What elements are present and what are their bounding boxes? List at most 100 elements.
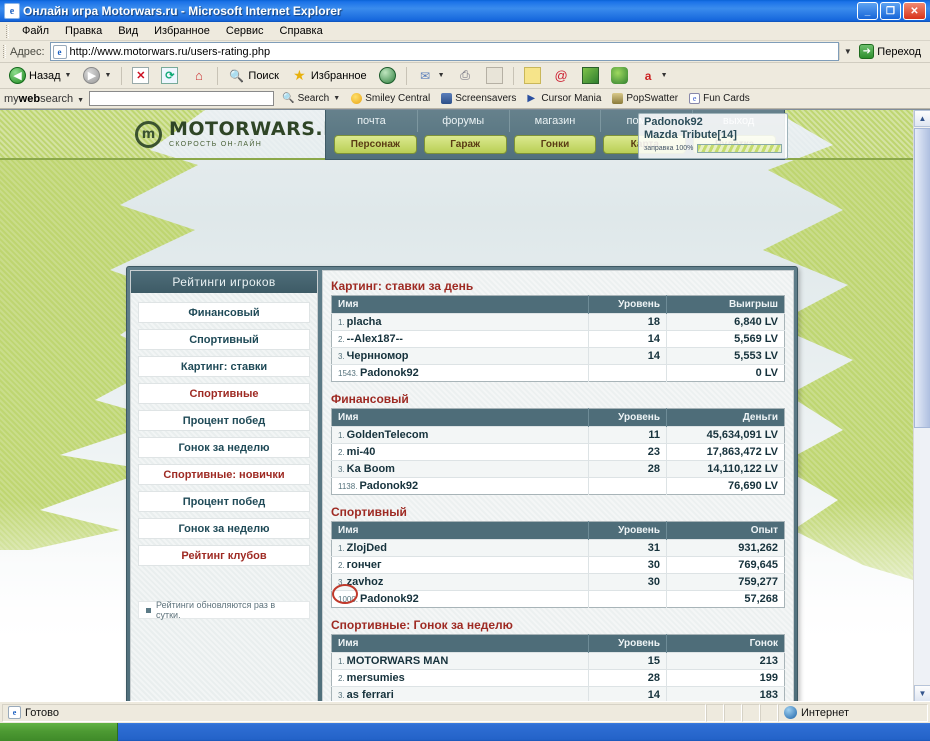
- cell-player[interactable]: гончег: [347, 559, 382, 571]
- cell-rank: 3.: [338, 352, 345, 361]
- nav-forums[interactable]: форумы: [418, 110, 510, 132]
- toolbar-separator-4: [512, 66, 514, 85]
- menu-favorites[interactable]: Избранное: [146, 23, 218, 39]
- cell-player[interactable]: mersumies: [347, 672, 405, 684]
- forward-button[interactable]: ▶ ▼: [78, 65, 116, 87]
- cell-player[interactable]: placha: [347, 316, 382, 328]
- translate-dropdown-icon[interactable]: ▼: [661, 72, 668, 79]
- sidebar-item-financial[interactable]: Финансовый: [138, 302, 310, 323]
- mws-search-dropdown-icon[interactable]: ▼: [333, 95, 340, 102]
- cell-player[interactable]: Padonok92: [360, 367, 419, 379]
- mws-item-smiley-central[interactable]: Smiley Central: [348, 93, 433, 104]
- note-button[interactable]: [519, 65, 546, 87]
- mail-button[interactable]: ✉ ▼: [412, 65, 450, 87]
- cell-level: 14: [588, 347, 667, 365]
- scroll-down-button[interactable]: ▼: [914, 685, 930, 701]
- menu-help[interactable]: Справка: [272, 23, 331, 39]
- nav-button-races[interactable]: Гонки: [513, 135, 597, 154]
- mws-item-cursor-mania[interactable]: ▶ Cursor Mania: [524, 93, 604, 104]
- smiley-icon: [351, 93, 363, 104]
- back-dropdown-icon[interactable]: ▼: [65, 72, 72, 79]
- nav-shop[interactable]: магазин: [510, 110, 602, 132]
- mws-item-popswatter[interactable]: PopSwatter: [609, 93, 681, 104]
- forward-dropdown-icon[interactable]: ▼: [104, 72, 111, 79]
- at-button[interactable]: @: [548, 65, 575, 87]
- site-header: m MOTORWARS.RU СКОРОСТЬ ОН-ЛАЙН почта фо…: [0, 110, 913, 160]
- table-row: 2. --Alex187-- 14 5,569 LV: [331, 330, 785, 348]
- nav-pochta[interactable]: почта: [326, 110, 418, 132]
- scroll-up-button[interactable]: ▲: [914, 110, 930, 127]
- address-dropdown-icon[interactable]: ▼: [839, 43, 856, 60]
- menu-file[interactable]: Файл: [14, 23, 57, 39]
- sidebar-item-karting-bets[interactable]: Картинг: ставки: [138, 356, 310, 377]
- cell-player[interactable]: GoldenTelecom: [347, 429, 429, 441]
- menu-grip[interactable]: [6, 24, 9, 38]
- sidebar-item-races-per-week-newbies[interactable]: Гонок за неделю: [138, 518, 310, 539]
- back-button[interactable]: ◀ Назад ▼: [4, 65, 76, 87]
- cell-player[interactable]: --Alex187--: [347, 333, 403, 345]
- search-button[interactable]: 🔍 Поиск: [223, 65, 283, 87]
- status-zone-text: Интернет: [801, 706, 849, 719]
- table-row: 1. ZlojDed 31 931,262: [331, 539, 785, 557]
- menu-tools[interactable]: Сервис: [218, 23, 272, 39]
- go-label: Переход: [877, 45, 921, 58]
- mywebsearch-search-button[interactable]: 🔍 Search ▼: [279, 93, 343, 104]
- refresh-button[interactable]: ⟳: [156, 65, 183, 87]
- header-level: Уровень: [588, 521, 667, 540]
- cell-player[interactable]: Чернномор: [347, 350, 409, 362]
- messenger-alt-button[interactable]: [606, 65, 633, 87]
- stop-button[interactable]: ✕: [127, 65, 154, 87]
- cell-player[interactable]: as ferrari: [347, 689, 394, 701]
- mws-item-screensavers[interactable]: Screensavers: [438, 93, 519, 104]
- cell-player[interactable]: mi-40: [347, 446, 376, 458]
- sidebar-item-races-per-week[interactable]: Гонок за неделю: [138, 437, 310, 458]
- menu-view[interactable]: Вид: [110, 23, 146, 39]
- address-input[interactable]: e http://www.motorwars.ru/users-rating.p…: [49, 42, 840, 61]
- translate-icon: a: [644, 68, 652, 83]
- cell-level: 14: [588, 686, 667, 701]
- toolbar-separator-2: [217, 66, 219, 85]
- header-level: Уровень: [588, 408, 667, 427]
- scroll-track[interactable]: [914, 428, 930, 684]
- vertical-scrollbar[interactable]: ▲ ▼: [913, 110, 930, 701]
- favorites-button[interactable]: ★ Избранное: [286, 65, 372, 87]
- taskbar-tasks[interactable]: [118, 723, 930, 741]
- table-header-row: Имя Уровень Деньги: [331, 408, 785, 427]
- sidebar-item-sport[interactable]: Спортивный: [138, 329, 310, 350]
- cell-level: 30: [588, 556, 667, 574]
- messenger-button[interactable]: [577, 65, 604, 87]
- search-label: Поиск: [248, 69, 279, 82]
- nav-button-garage[interactable]: Гараж: [423, 135, 507, 154]
- print-icon: ⎙: [460, 68, 470, 82]
- cell-player[interactable]: zavhoz: [347, 576, 384, 588]
- print-button[interactable]: ⎙: [452, 65, 479, 87]
- media-button[interactable]: [374, 65, 401, 87]
- cell-player[interactable]: ZlojDed: [347, 542, 387, 554]
- site-logo[interactable]: m MOTORWARS.RU СКОРОСТЬ ОН-ЛАЙН: [135, 120, 354, 148]
- mws-item-fun-cards[interactable]: e Fun Cards: [686, 93, 753, 104]
- go-button[interactable]: ➜ Переход: [855, 44, 927, 59]
- maximize-button[interactable]: ❐: [880, 2, 901, 20]
- edit-button[interactable]: [481, 65, 508, 87]
- cell-player[interactable]: Padonok92: [360, 593, 419, 605]
- logo-mark-icon: m: [135, 120, 162, 148]
- minimize-button[interactable]: _: [857, 2, 878, 20]
- menu-edit[interactable]: Правка: [57, 23, 110, 39]
- start-button[interactable]: [0, 723, 118, 741]
- cell-player[interactable]: Ka Boom: [347, 463, 395, 475]
- sidebar-item-win-percent-newbies[interactable]: Процент побед: [138, 491, 310, 512]
- status-bar: e Готово Интернет: [0, 701, 930, 723]
- translate-button[interactable]: a ▼: [635, 65, 673, 87]
- mws-dropdown-icon[interactable]: ▼: [77, 97, 84, 104]
- nav-button-character[interactable]: Персонаж: [334, 135, 417, 154]
- mywebsearch-input[interactable]: [89, 91, 275, 106]
- content-panel: Рейтинги игроков Финансовый Спортивный К…: [126, 266, 798, 701]
- sidebar-item-win-percent[interactable]: Процент побед: [138, 410, 310, 431]
- cell-player[interactable]: Padonok92: [359, 480, 418, 492]
- mail-dropdown-icon[interactable]: ▼: [438, 72, 445, 79]
- scroll-thumb[interactable]: [914, 128, 930, 428]
- home-button[interactable]: ⌂: [185, 65, 212, 87]
- cell-player[interactable]: MOTORWARS MAN: [347, 655, 449, 667]
- close-button[interactable]: ✕: [903, 2, 926, 20]
- table-row-self: 1000. Padonok92 57,268: [331, 590, 785, 608]
